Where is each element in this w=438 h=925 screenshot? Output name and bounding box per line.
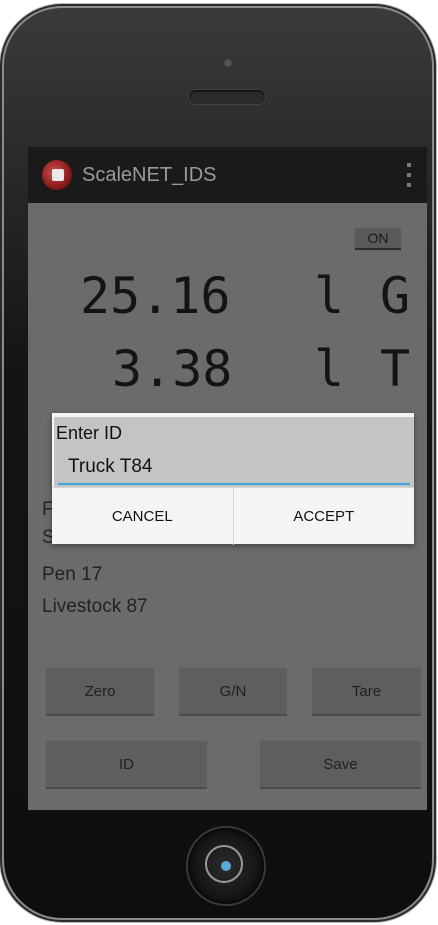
- id-button[interactable]: ID: [46, 741, 207, 789]
- phone-frame: ScaleNET_IDS ON 25.16 l G 3.38 l T F Sil…: [4, 8, 432, 918]
- dialog-button-row: CANCEL ACCEPT: [52, 487, 414, 545]
- save-button[interactable]: Save: [260, 741, 421, 789]
- cancel-button[interactable]: CANCEL: [52, 488, 233, 545]
- gross-weight-mode: G: [380, 267, 411, 325]
- overflow-menu-icon[interactable]: [407, 163, 411, 187]
- zero-button[interactable]: Zero: [46, 668, 154, 716]
- gross-weight-unit: l: [314, 267, 345, 325]
- tare-button[interactable]: Tare: [312, 668, 421, 716]
- on-toggle-button[interactable]: ON: [355, 228, 401, 250]
- tare-weight-unit: l: [314, 340, 345, 398]
- tare-weight-value: 3.38: [112, 340, 233, 398]
- front-camera: [223, 58, 233, 68]
- id-list-item: Pen 17: [42, 564, 103, 585]
- id-list-item: Livestock 87: [42, 596, 148, 617]
- app-title: ScaleNET_IDS: [82, 164, 217, 186]
- dialog-header: Enter ID: [54, 417, 414, 487]
- tare-weight-mode: T: [380, 340, 411, 398]
- dialog-title: Enter ID: [56, 423, 123, 443]
- id-input[interactable]: [58, 451, 410, 485]
- action-bar: ScaleNET_IDS: [28, 147, 427, 203]
- gross-net-button[interactable]: G/N: [179, 668, 287, 716]
- scalenet-app-icon: [42, 160, 72, 190]
- earpiece-speaker: [189, 90, 265, 104]
- enter-id-dialog: Enter ID CANCEL ACCEPT: [52, 413, 414, 545]
- gross-weight-value: 25.16: [80, 267, 231, 325]
- app-screen: ScaleNET_IDS ON 25.16 l G 3.38 l T F Sil…: [28, 147, 427, 810]
- home-dot-icon: [221, 861, 231, 871]
- home-button[interactable]: [188, 828, 264, 904]
- accept-button[interactable]: ACCEPT: [232, 488, 415, 545]
